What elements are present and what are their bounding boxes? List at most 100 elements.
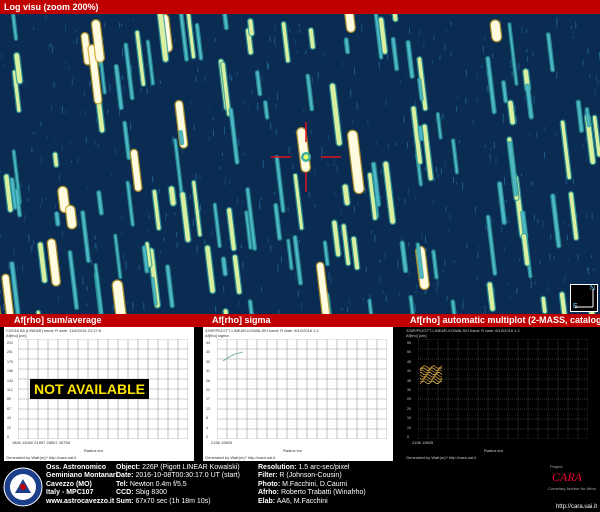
y-tick-label: 45	[407, 359, 411, 364]
sky-noise	[424, 167, 426, 171]
sky-noise	[84, 110, 86, 116]
sky-noise	[288, 146, 290, 154]
sky-noise	[365, 266, 367, 273]
sky-noise	[259, 200, 261, 209]
compass-indicator: N E	[570, 284, 598, 312]
plot-footer: Generated by Wafr(m)? http://cara.uai.it	[205, 455, 276, 460]
sky-noise	[431, 60, 433, 64]
sky-noise	[582, 144, 584, 149]
comet-image[interactable]	[0, 14, 600, 314]
sky-noise	[511, 70, 513, 78]
sky-noise	[593, 268, 595, 271]
sky-noise	[439, 55, 441, 60]
sky-noise	[84, 90, 85, 97]
sky-noise	[504, 177, 505, 185]
sky-noise	[543, 151, 545, 159]
sky-noise	[275, 129, 277, 136]
sky-noise	[380, 195, 382, 199]
star-trail	[308, 28, 315, 49]
sky-noise	[175, 232, 177, 237]
sky-noise	[450, 21, 452, 26]
sky-noise	[586, 267, 588, 271]
sky-noise	[354, 67, 355, 75]
sky-noise	[568, 258, 570, 261]
sky-noise	[0, 290, 1, 294]
detail-label: Date:	[116, 472, 134, 480]
sky-noise	[71, 80, 73, 85]
star-trail	[53, 152, 59, 167]
sky-noise	[516, 288, 518, 294]
comet-image-viewer[interactable]: N E	[0, 14, 600, 314]
sky-noise	[357, 203, 359, 206]
sky-noise	[491, 218, 493, 223]
sky-noise	[421, 234, 423, 240]
sky-noise	[521, 27, 523, 34]
sky-noise	[65, 60, 67, 64]
sky-noise	[243, 152, 245, 155]
sky-noise	[310, 129, 312, 135]
sky-noise	[378, 61, 380, 69]
sky-noise	[274, 24, 276, 31]
plot-title-sum-average: Af[rho] sum/average	[14, 315, 102, 325]
cara-website-link[interactable]: http://cara.uai.it	[556, 504, 597, 510]
plot-y-ticks: 55 50 45 40 35 30 25 20 15 10 0	[407, 341, 417, 439]
sky-noise	[122, 48, 123, 57]
sky-noise	[17, 266, 18, 269]
sky-noise	[287, 24, 289, 31]
sky-noise	[577, 254, 579, 261]
sky-noise	[575, 21, 577, 29]
sky-noise	[487, 85, 489, 94]
sky-noise	[28, 184, 30, 191]
sky-noise	[86, 185, 88, 189]
sigma-trace	[222, 351, 244, 362]
star-trail	[179, 131, 183, 144]
star-trail	[66, 205, 77, 229]
sky-noise	[199, 173, 201, 180]
sky-noise	[61, 106, 63, 114]
plot-y-ticks: 44 40 35 31 26 22 17 13 8 4 0	[206, 341, 216, 439]
param-label: Elab:	[258, 497, 276, 505]
sky-noise	[138, 265, 140, 270]
observatory-info: Oss. Astronomico Geminiano Montanari Cav…	[46, 464, 118, 506]
sky-noise	[444, 160, 446, 167]
sky-noise	[564, 274, 566, 283]
sky-noise	[163, 237, 165, 242]
sky-noise	[328, 135, 330, 141]
sky-noise	[549, 254, 551, 260]
sky-noise	[353, 206, 355, 213]
y-tick-label: 0	[206, 434, 208, 439]
sky-noise	[425, 235, 426, 244]
sky-noise	[130, 122, 132, 131]
sky-noise	[582, 60, 584, 66]
sky-noise	[248, 108, 250, 111]
plot-y-axis-label: Af[rho] sigma	[205, 333, 229, 338]
sky-noise	[8, 261, 10, 269]
sky-noise	[399, 80, 401, 85]
sky-noise	[456, 106, 458, 112]
sky-noise	[442, 269, 444, 274]
sky-noise	[121, 216, 123, 220]
observation-params: Resolution: 1.5 arc-sec/pixel Filter: R …	[258, 464, 366, 506]
sky-noise	[434, 283, 436, 286]
sky-noise	[437, 173, 439, 178]
sky-noise	[591, 213, 593, 219]
sky-noise	[195, 76, 197, 82]
sky-noise	[297, 290, 299, 297]
sky-noise	[314, 169, 316, 173]
sky-noise	[585, 137, 587, 143]
sky-noise	[444, 259, 446, 266]
sky-noise	[189, 194, 191, 200]
sky-noise	[61, 144, 63, 152]
sky-noise	[148, 214, 150, 218]
sky-noise	[65, 24, 67, 33]
sky-noise	[41, 197, 43, 205]
observatory-website-link[interactable]: www.astrocavezzo.it	[46, 498, 114, 505]
sky-noise	[374, 234, 376, 243]
sky-noise	[444, 43, 446, 50]
sky-noise	[270, 244, 272, 252]
sky-noise	[171, 138, 173, 146]
sky-noise	[30, 249, 32, 253]
plot-footer: Generated by Wafr(m)? http://cara.uai.it	[6, 455, 77, 460]
observatory-line-3: Cavezzo (MO)	[46, 480, 92, 488]
detail-value: Newton 0.4m f/5.5	[129, 480, 187, 488]
